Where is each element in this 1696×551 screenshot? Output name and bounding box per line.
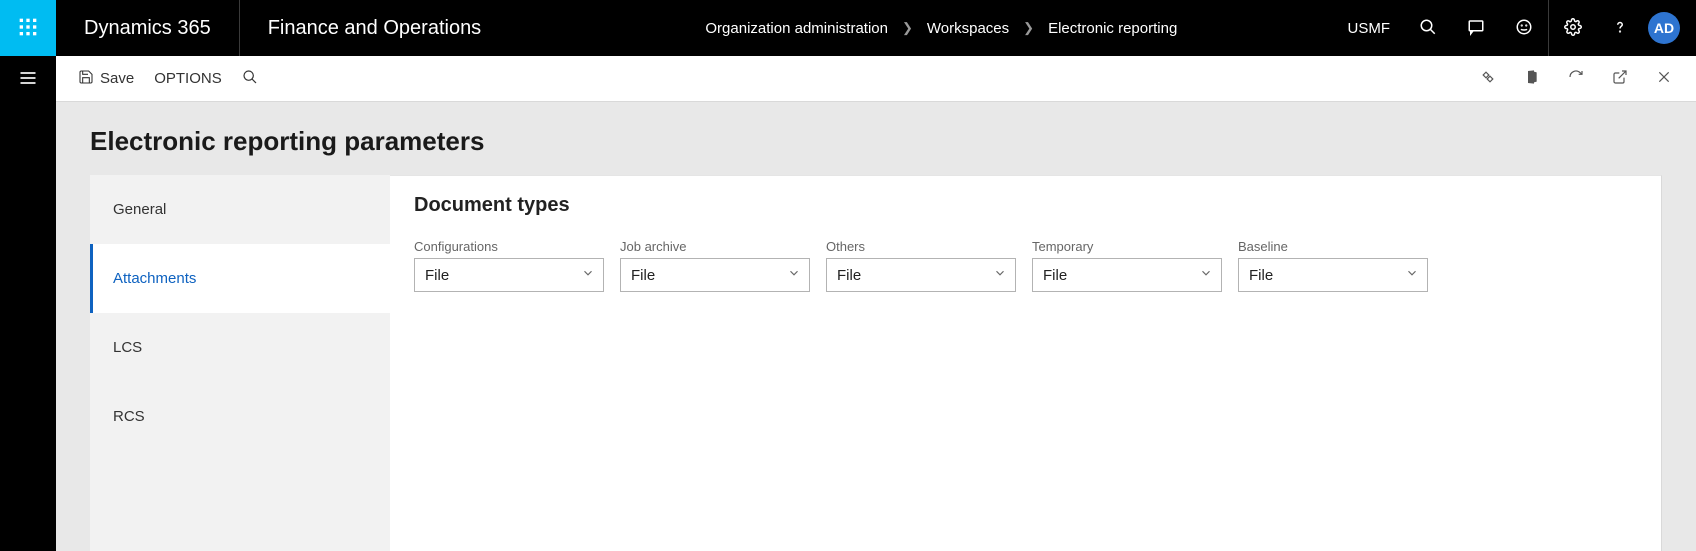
- search-icon: [1419, 18, 1437, 39]
- breadcrumb: Organization administration ❯ Workspaces…: [665, 0, 1177, 56]
- tab-general[interactable]: General: [90, 175, 390, 244]
- configurations-select[interactable]: File: [414, 258, 604, 292]
- main-area: Save OPTIONS: [0, 56, 1696, 551]
- field-label: Temporary: [1032, 239, 1222, 254]
- user-avatar[interactable]: AD: [1648, 12, 1680, 44]
- select-value: File: [1249, 267, 1273, 284]
- chat-icon: [1467, 18, 1485, 39]
- breadcrumb-item[interactable]: Electronic reporting: [1048, 20, 1177, 37]
- gear-icon: [1564, 18, 1582, 39]
- app-title[interactable]: Finance and Operations: [240, 0, 509, 56]
- chevron-down-icon: [1405, 266, 1419, 284]
- field-others: Others File: [826, 239, 1016, 292]
- refresh-button[interactable]: [1556, 56, 1596, 102]
- select-value: File: [425, 267, 449, 284]
- popout-icon: [1612, 69, 1628, 88]
- chevron-down-icon: [993, 266, 1007, 284]
- breadcrumb-item[interactable]: Workspaces: [927, 20, 1009, 37]
- field-label: Configurations: [414, 239, 604, 254]
- action-bar-right: [1468, 56, 1684, 102]
- field-label: Others: [826, 239, 1016, 254]
- field-configurations: Configurations File: [414, 239, 604, 292]
- chevron-down-icon: [1199, 266, 1213, 284]
- action-bar: Save OPTIONS: [56, 56, 1696, 102]
- panel-content: Document types Configurations File Job a…: [390, 175, 1662, 551]
- content-area: Save OPTIONS: [56, 56, 1696, 551]
- close-icon: [1656, 69, 1672, 88]
- tab-attachments[interactable]: Attachments: [90, 244, 390, 313]
- fields-row: Configurations File Job archive File: [414, 239, 1637, 292]
- brand-label[interactable]: Dynamics 365: [56, 0, 240, 56]
- popout-button[interactable]: [1600, 56, 1640, 102]
- field-baseline: Baseline File: [1238, 239, 1428, 292]
- select-value: File: [1043, 267, 1067, 284]
- app-launcher-button[interactable]: [0, 0, 56, 56]
- search-button[interactable]: [1404, 0, 1452, 56]
- waffle-icon: [18, 17, 38, 40]
- save-button[interactable]: Save: [68, 63, 144, 95]
- company-selector[interactable]: USMF: [1334, 20, 1405, 37]
- nav-toggle-button[interactable]: [0, 56, 56, 102]
- others-select[interactable]: File: [826, 258, 1016, 292]
- job-archive-select[interactable]: File: [620, 258, 810, 292]
- field-label: Baseline: [1238, 239, 1428, 254]
- field-temporary: Temporary File: [1032, 239, 1222, 292]
- tabs-column: General Attachments LCS RCS: [90, 175, 390, 551]
- tab-lcs[interactable]: LCS: [90, 313, 390, 382]
- hamburger-icon: [18, 68, 38, 91]
- diamond-icon: [1480, 69, 1496, 88]
- temporary-select[interactable]: File: [1032, 258, 1222, 292]
- feedback-button[interactable]: [1500, 0, 1548, 56]
- help-button[interactable]: [1596, 0, 1644, 56]
- section-title: Document types: [414, 194, 1637, 217]
- close-button[interactable]: [1644, 56, 1684, 102]
- field-job-archive: Job archive File: [620, 239, 810, 292]
- options-button[interactable]: OPTIONS: [144, 64, 232, 93]
- help-icon: [1611, 18, 1629, 39]
- chevron-right-icon: ❯: [1017, 20, 1040, 36]
- extension-button[interactable]: [1468, 56, 1508, 102]
- field-label: Job archive: [620, 239, 810, 254]
- search-icon: [242, 69, 258, 89]
- options-label: OPTIONS: [154, 70, 222, 87]
- office-button[interactable]: [1512, 56, 1552, 102]
- breadcrumb-item[interactable]: Organization administration: [705, 20, 888, 37]
- office-icon: [1524, 69, 1540, 88]
- settings-button[interactable]: [1548, 0, 1596, 56]
- select-value: File: [631, 267, 655, 284]
- toolbar-search-button[interactable]: [232, 63, 268, 95]
- page-title: Electronic reporting parameters: [56, 102, 1696, 175]
- nav-rail: [0, 56, 56, 551]
- tab-rcs[interactable]: RCS: [90, 382, 390, 451]
- chevron-down-icon: [787, 266, 801, 284]
- top-header: Dynamics 365 Finance and Operations Orga…: [0, 0, 1696, 56]
- save-icon: [78, 69, 94, 89]
- save-label: Save: [100, 70, 134, 87]
- baseline-select[interactable]: File: [1238, 258, 1428, 292]
- chevron-right-icon: ❯: [896, 20, 919, 36]
- select-value: File: [837, 267, 861, 284]
- messages-button[interactable]: [1452, 0, 1500, 56]
- chevron-down-icon: [581, 266, 595, 284]
- refresh-icon: [1568, 69, 1584, 88]
- smiley-icon: [1515, 18, 1533, 39]
- parameters-panel: General Attachments LCS RCS Document typ…: [56, 175, 1696, 551]
- header-right-controls: USMF AD: [1334, 0, 1696, 56]
